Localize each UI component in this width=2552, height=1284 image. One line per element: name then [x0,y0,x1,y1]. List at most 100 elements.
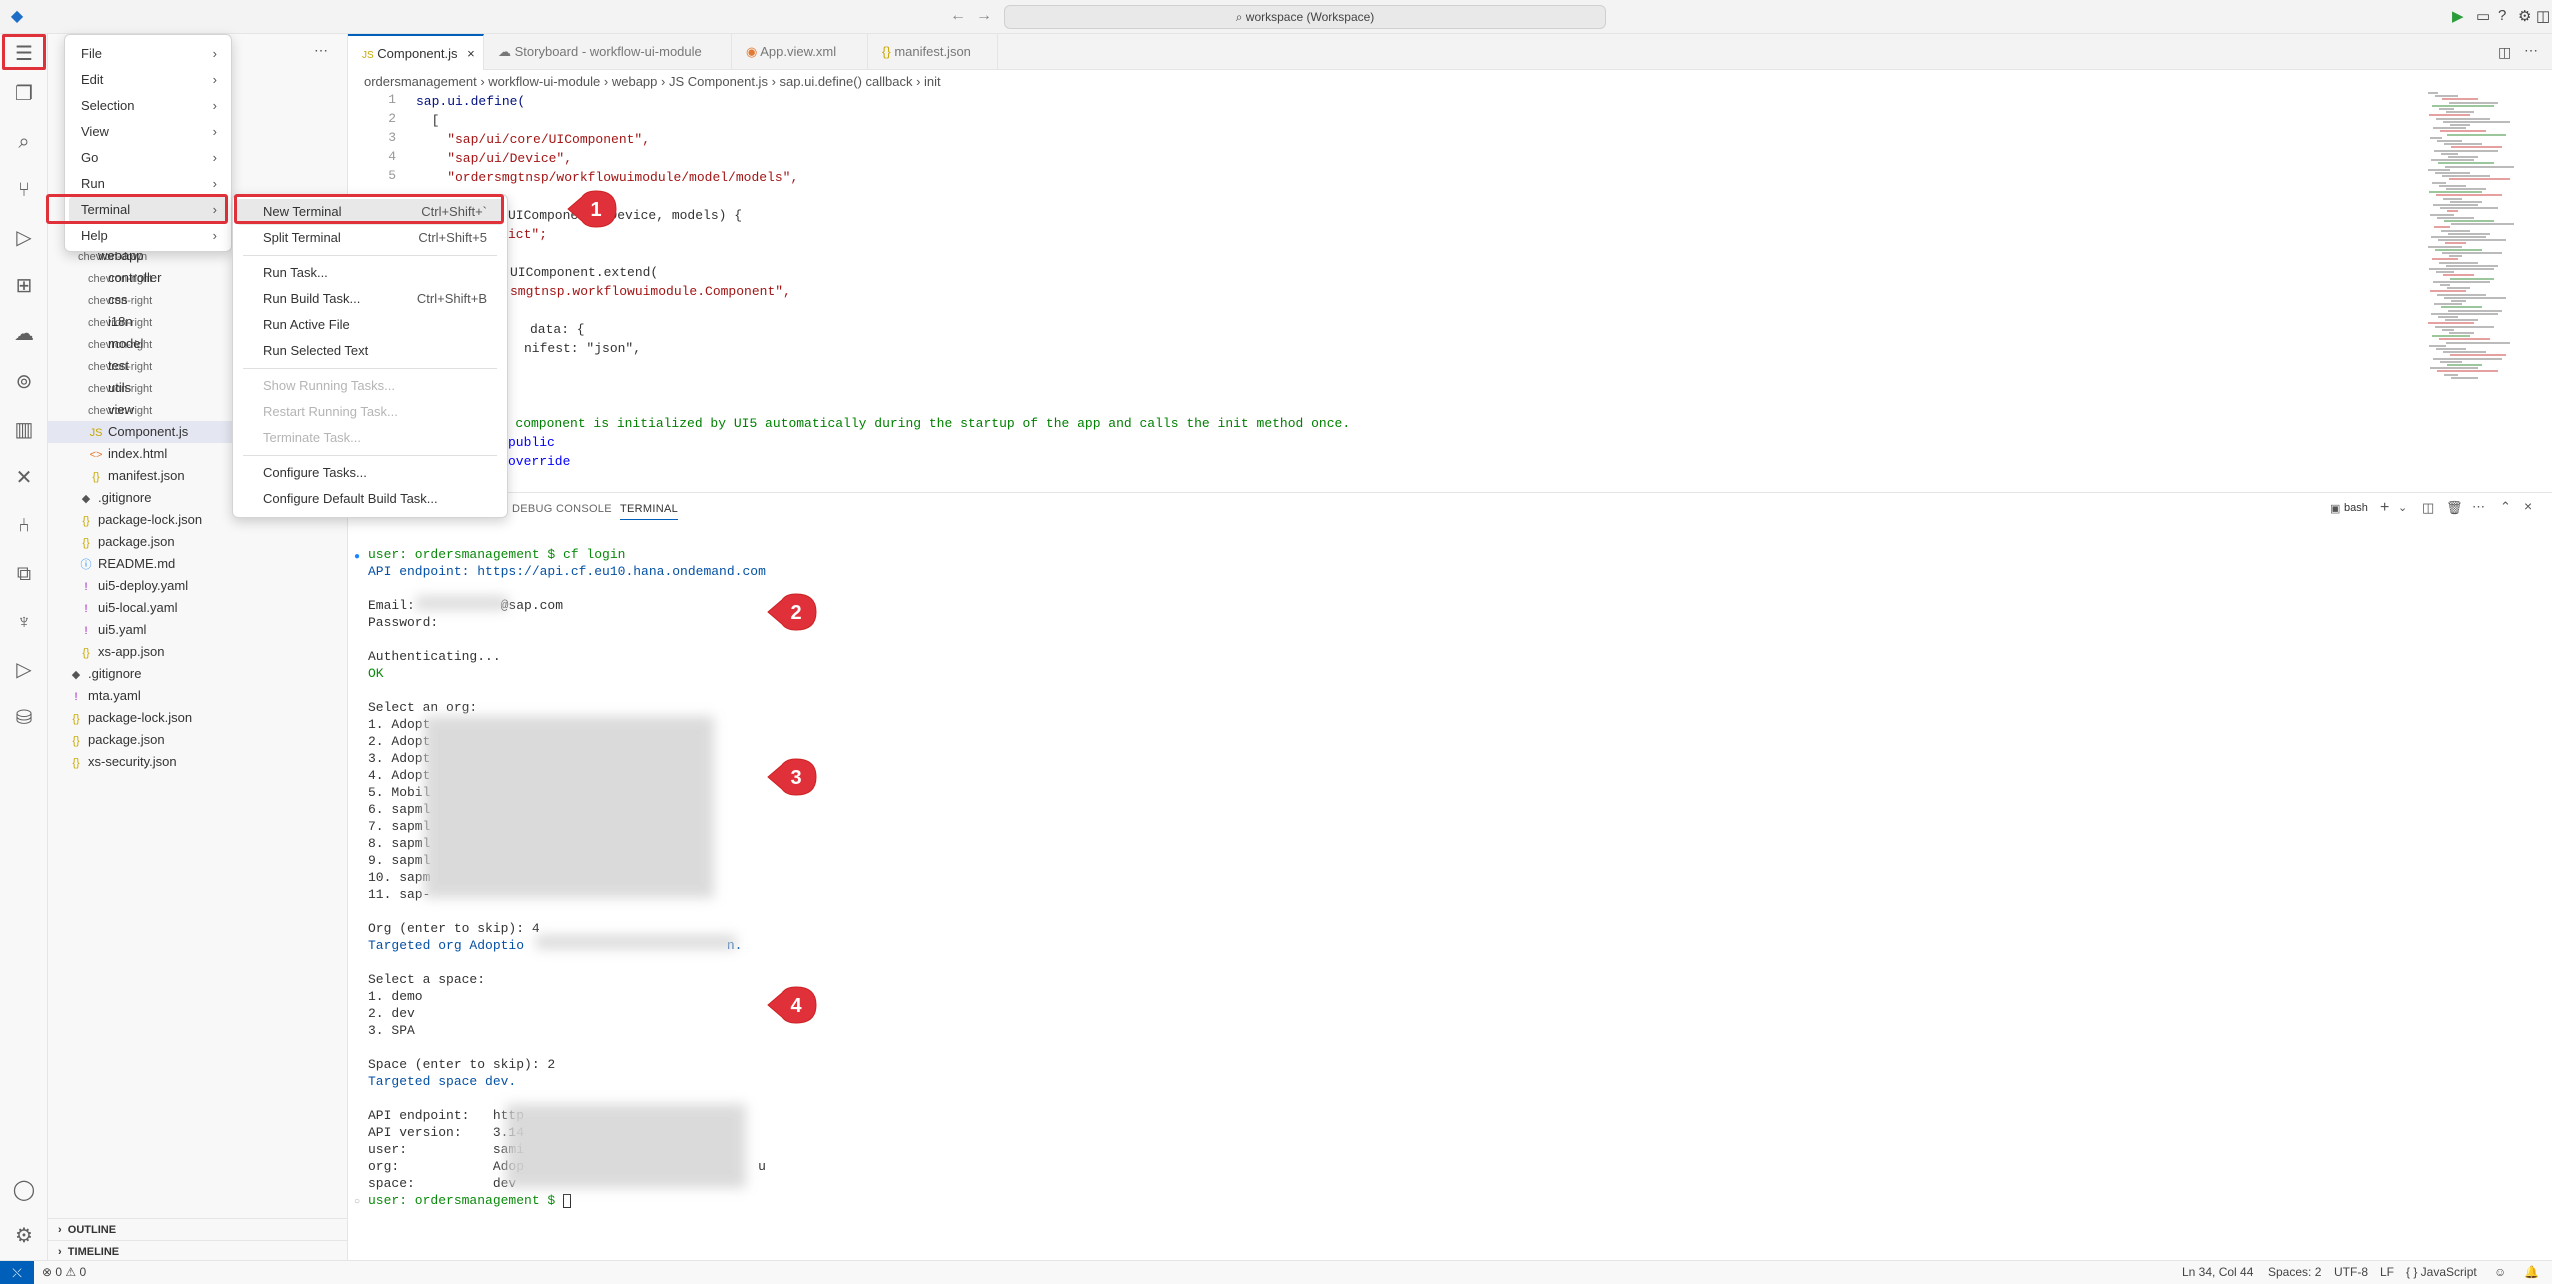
explorer-more-icon[interactable]: ⋯ [314,42,328,59]
menu-item-selection[interactable]: Selection › [69,93,227,119]
tree-icon[interactable]: ♆ [10,608,38,636]
explorer-item[interactable]: {} package-lock.json [78,509,202,531]
new-terminal-icon[interactable]: + [2380,499,2389,517]
minimap[interactable] [2420,92,2540,392]
outline-section[interactable]: › OUTLINE [48,1218,348,1240]
breadcrumb-item[interactable]: sap.ui.define() callback [780,74,913,89]
language-mode[interactable]: { } JavaScript [2406,1265,2477,1279]
cloud-icon[interactable]: ☁ [10,320,38,348]
encoding[interactable]: UTF-8 [2334,1265,2368,1279]
cursor-position[interactable]: Ln 34, Col 44 [2182,1265,2253,1279]
run-icon[interactable]: ▶ [2452,7,2464,25]
layout-icon[interactable]: ◫ [2536,7,2550,25]
toggle-panel-icon[interactable]: ▭ [2476,7,2490,25]
timeline-section[interactable]: › TIMELINE [48,1240,348,1262]
title-bar: ◆ ← → ⌕ workspace (Workspace) ▶ ▭ ? ⚙ ◫ [0,0,2552,34]
terminal-menu-run-build-task[interactable]: Run Build Task... Ctrl+Shift+B [237,286,503,312]
explorer-item[interactable]: chevron-rightcontroller [88,267,161,289]
terminal-menu-configure-default-build-task[interactable]: Configure Default Build Task... [237,486,503,512]
explorer-item[interactable]: {} package.json [68,729,164,751]
menu-item-go[interactable]: Go › [69,145,227,171]
chevron-down-icon[interactable]: ⌄ [2398,501,2407,514]
breadcrumb-item[interactable]: ordersmanagement [364,74,477,89]
remote-icon[interactable]: ⤬ [0,1261,34,1284]
settings-icon[interactable]: ⚙ [10,1222,38,1250]
breadcrumb-item[interactable]: webapp [612,74,658,89]
git-graph-icon[interactable]: ⊚ [10,368,38,396]
extensions-icon[interactable]: ⊞ [10,272,38,300]
source-control-icon[interactable]: ⑂ [10,176,38,204]
problems-indicator[interactable]: ⊗ 0 ⚠ 0 [42,1265,86,1279]
explorer-item[interactable]: ! ui5-local.yaml [78,597,177,619]
run-debug-icon[interactable]: ▷ [10,224,38,252]
tools-icon[interactable]: ✕ [10,464,38,492]
play-icon[interactable]: ▷ [10,656,38,684]
more-actions-icon[interactable]: ⋯ [2524,42,2538,59]
code-line: sap.ui.define( [416,94,526,109]
help-icon[interactable]: ? [2498,7,2506,24]
tab-debug-console[interactable]: DEBUG CONSOLE [512,503,612,515]
indentation[interactable]: Spaces: 2 [2268,1265,2321,1279]
breadcrumb-item[interactable]: init [924,74,941,89]
menu-item-edit[interactable]: Edit › [69,67,227,93]
tab-terminal[interactable]: TERMINAL [620,503,679,520]
arrow-right-icon[interactable]: → [976,7,992,25]
menu-item-help[interactable]: Help › [69,223,227,249]
minimap-line [2431,312,2498,315]
tab-component-js[interactable]: JS Component.js × [348,34,484,70]
tab-storyboard[interactable]: ☁ Storyboard - workflow-ui-module [484,34,732,70]
account-icon[interactable]: ◯ [10,1176,38,1204]
menu-item-file[interactable]: File › [69,41,227,67]
more-actions-icon[interactable]: ⋯ [2472,499,2485,515]
explorer-item[interactable]: chevron-righttest [88,355,152,377]
maximize-panel-icon[interactable]: ⌃ [2500,499,2511,515]
breadcrumb-item[interactable]: JS Component.js [669,74,768,89]
tab-manifest-json[interactable]: {} manifest.json [868,34,998,70]
kill-terminal-icon[interactable]: 🗑 [2446,500,2463,516]
explorer-item[interactable]: ! ui5.yaml [78,619,146,641]
split-terminal-icon[interactable]: ◫ [2422,500,2434,516]
end-of-line[interactable]: LF [2380,1265,2394,1279]
explorer-item[interactable]: ! ui5-deploy.yaml [78,575,188,597]
menu-item-view[interactable]: View › [69,119,227,145]
explorer-item[interactable]: chevron-rightcss [88,289,152,311]
close-panel-icon[interactable]: × [2524,498,2532,514]
library-icon[interactable]: ▥ [10,416,38,444]
explorer-item[interactable]: {} xs-security.json [68,751,176,773]
terminal-menu-run-selected-text[interactable]: Run Selected Text [237,338,503,364]
close-icon[interactable]: × [467,46,475,61]
arrow-left-icon[interactable]: ← [950,7,966,25]
explorer-item[interactable]: chevron-rightmodel [88,333,152,355]
terminal-menu-configure-tasks[interactable]: Configure Tasks... [237,460,503,486]
explorer-item[interactable]: ◆ .gitignore [78,487,152,509]
feedback-icon[interactable]: ☺ [2494,1265,2506,1279]
search-icon[interactable]: ⌕ [10,128,38,156]
database-icon[interactable]: ⛁ [10,704,38,732]
code-fragment: UIComponent.extend( [510,265,659,280]
terminal-menu-split-terminal[interactable]: Split Terminal Ctrl+Shift+5 [237,225,503,251]
explorer-item[interactable]: {} package-lock.json [68,707,192,729]
explorer-item[interactable]: {} xs-app.json [78,641,164,663]
explorer-item[interactable]: chevron-rightutils [88,377,152,399]
menu-item-label: Restart Running Task... [263,404,398,419]
terminal-menu-run-task[interactable]: Run Task... [237,260,503,286]
code-icon[interactable]: ⧉ [10,560,38,588]
terminal-menu-run-active-file[interactable]: Run Active File [237,312,503,338]
explorer-item[interactable]: <> index.html [88,443,168,465]
split-editor-icon[interactable]: ◫ [2498,44,2511,61]
breadcrumb-item[interactable]: workflow-ui-module [488,74,600,89]
explorer-item[interactable]: ⓘ README.md [78,553,176,575]
explorer-item[interactable]: {} package.json [78,531,174,553]
explorer-item[interactable]: ◆ .gitignore [68,663,142,685]
notifications-icon[interactable]: 🔔 [2524,1265,2539,1279]
terminal-shell-label[interactable]: bash [2344,502,2368,514]
explorer-icon[interactable]: ❐ [10,80,38,108]
explorer-item[interactable]: chevron-righti18n [88,311,152,333]
tab-app-view-xml[interactable]: ◉ App.view.xml [732,34,868,70]
settings-icon[interactable]: ⚙ [2518,7,2531,25]
command-center[interactable]: ⌕ workspace (Workspace) [1004,5,1606,29]
explorer-item[interactable]: chevron-rightview [88,399,152,421]
explorer-item[interactable]: {} manifest.json [88,465,184,487]
explorer-item[interactable]: ! mta.yaml [68,685,140,707]
branch-icon[interactable]: ⑃ [10,512,38,540]
